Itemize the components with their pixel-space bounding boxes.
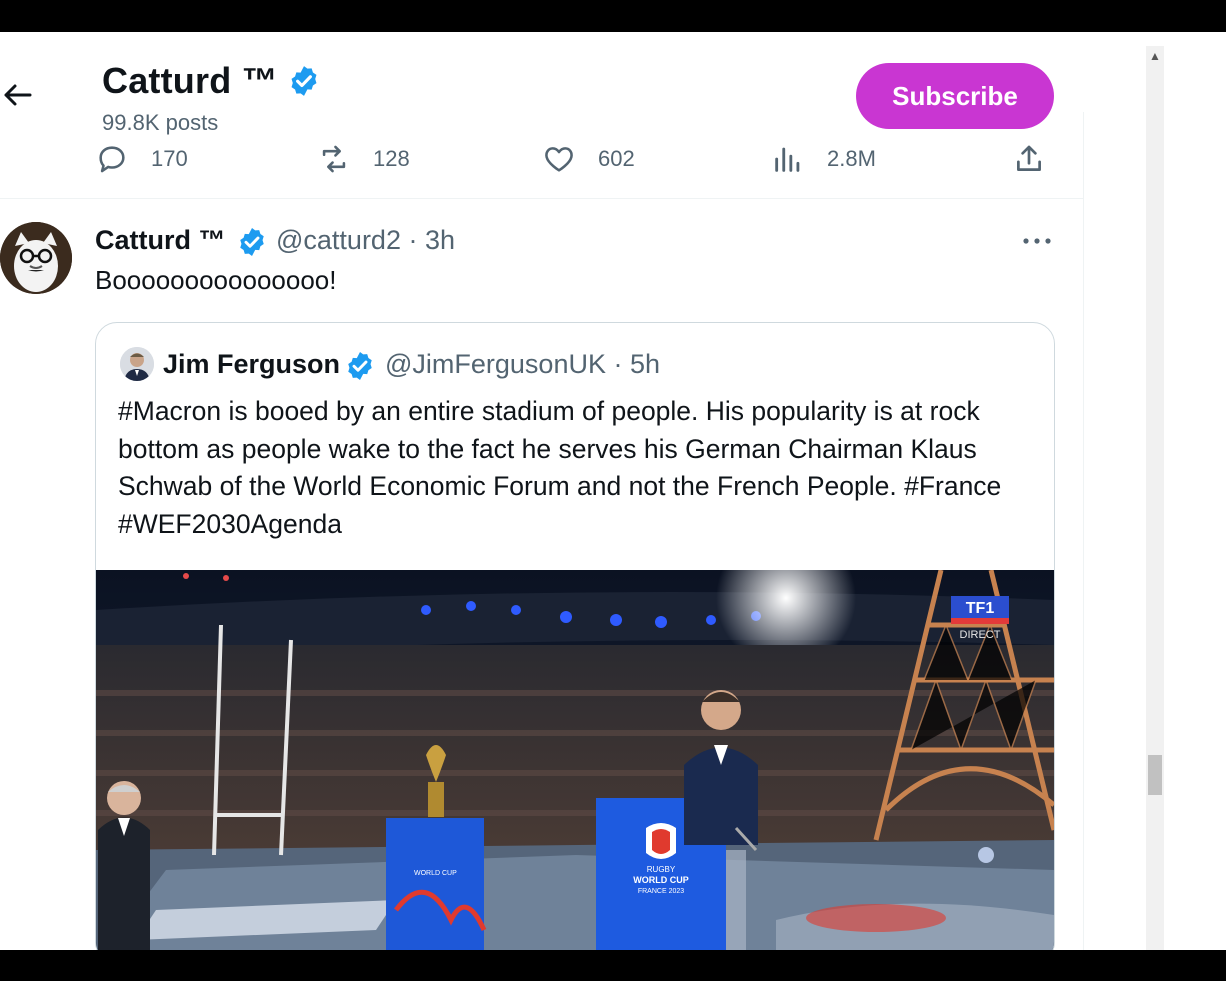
channel-logo-text: TF1 bbox=[966, 600, 995, 617]
repost-action[interactable]: 128 bbox=[317, 140, 410, 178]
verified-icon bbox=[287, 64, 321, 98]
back-arrow-icon[interactable] bbox=[0, 78, 34, 112]
scrollbar-thumb[interactable] bbox=[1148, 755, 1162, 795]
scrollbar[interactable] bbox=[1146, 46, 1164, 950]
column-border bbox=[1083, 112, 1084, 950]
scroll-up-arrow-icon[interactable]: ▲ bbox=[1146, 46, 1164, 66]
podium-right-text-1: RUGBY bbox=[647, 865, 676, 874]
like-action[interactable]: 602 bbox=[542, 140, 635, 178]
quoted-avatar bbox=[120, 347, 154, 381]
podium-right-text-2: WORLD CUP bbox=[633, 875, 689, 885]
avatar[interactable] bbox=[0, 222, 72, 294]
tweet-author-name[interactable]: Catturd ™ bbox=[95, 225, 226, 256]
reply-icon bbox=[99, 146, 125, 173]
quoted-handle-time: @JimFergusonUK · 5h bbox=[385, 349, 660, 379]
views-icon bbox=[775, 147, 800, 172]
quoted-tweet-card[interactable]: Jim Ferguson @JimFergusonUK · 5h #Macron… bbox=[95, 322, 1055, 964]
reply-action[interactable]: 170 bbox=[95, 140, 188, 178]
view-count: 2.8M bbox=[827, 146, 876, 171]
more-icon[interactable] bbox=[1020, 226, 1054, 256]
right-gutter bbox=[1165, 32, 1226, 950]
post-count: 99.8K posts bbox=[102, 110, 219, 135]
channel-sub-text: DIRECT bbox=[960, 629, 1001, 641]
podium-right-text-3: FRANCE 2023 bbox=[638, 888, 684, 895]
repost-icon bbox=[322, 145, 346, 173]
podium-left-text: WORLD CUP bbox=[414, 870, 457, 877]
bottom-black-bar bbox=[0, 950, 1226, 981]
verified-icon bbox=[236, 226, 268, 258]
share-button[interactable] bbox=[1012, 140, 1068, 178]
share-icon bbox=[1017, 145, 1041, 171]
verified-icon bbox=[344, 350, 376, 382]
reply-count: 170 bbox=[151, 146, 188, 171]
repost-count: 128 bbox=[373, 146, 410, 171]
quoted-media-image[interactable]: TF1 DIRECT WORLD CUP RUGBY WORLD CUP FRA… bbox=[96, 528, 1054, 963]
profile-name: Catturd ™ bbox=[102, 60, 278, 101]
quoted-author-name: Jim Ferguson bbox=[163, 349, 341, 379]
like-icon bbox=[545, 147, 573, 172]
top-black-bar bbox=[0, 0, 1226, 32]
views-action[interactable]: 2.8M bbox=[771, 140, 876, 178]
divider bbox=[0, 198, 1083, 199]
subscribe-button[interactable]: Subscribe bbox=[856, 63, 1054, 129]
tweet-handle-time[interactable]: @catturd2 · 3h bbox=[276, 225, 455, 256]
tf1-logo: TF1 DIRECT bbox=[951, 596, 1009, 641]
tweet-text: Booooooooooooooo! bbox=[95, 265, 337, 295]
quoted-tweet-text: #Macron is booed by an entire stadium of… bbox=[118, 396, 1002, 539]
like-count: 602 bbox=[598, 146, 635, 171]
